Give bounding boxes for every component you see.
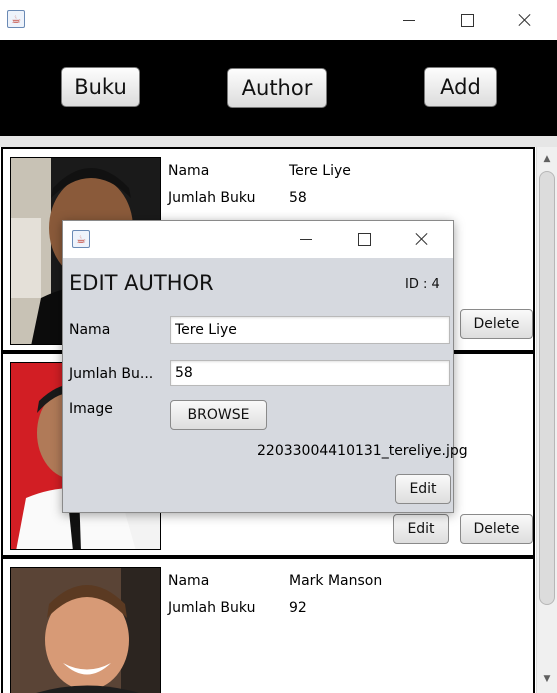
nav-bar: Buku Author Add bbox=[0, 40, 557, 136]
maximize-icon bbox=[357, 232, 371, 246]
scroll-up-arrow-icon[interactable]: ▲ bbox=[537, 149, 557, 169]
browse-button[interactable]: BROWSE bbox=[170, 400, 267, 430]
nama-input[interactable] bbox=[170, 316, 450, 344]
minimize-icon bbox=[403, 19, 415, 21]
nama-field-label: Nama bbox=[69, 322, 111, 338]
jumlah-buku-value: 92 bbox=[289, 600, 307, 616]
minimize-button[interactable] bbox=[392, 9, 426, 31]
image-field-label: Image bbox=[69, 401, 113, 417]
dialog-maximize-button[interactable] bbox=[347, 228, 381, 250]
close-icon bbox=[518, 13, 532, 27]
nama-label: Nama bbox=[168, 573, 210, 589]
jumlah-buku-input[interactable] bbox=[170, 360, 450, 386]
content-divider bbox=[0, 136, 557, 147]
nama-value: Mark Manson bbox=[289, 573, 383, 589]
dialog-close-button[interactable] bbox=[405, 228, 439, 250]
close-button[interactable] bbox=[508, 9, 542, 31]
jumlah-buku-label: Jumlah Buku bbox=[168, 190, 256, 206]
jumlah-buku-label: Jumlah Buku bbox=[168, 600, 256, 616]
delete-button[interactable]: Delete bbox=[460, 309, 533, 339]
author-button[interactable]: Author bbox=[227, 68, 327, 108]
nama-label: Nama bbox=[168, 163, 210, 179]
nama-value: Tere Liye bbox=[289, 163, 351, 179]
close-icon bbox=[415, 232, 429, 246]
image-filename: 22033004410131_tereliye.jpg bbox=[257, 443, 468, 459]
author-photo bbox=[10, 567, 161, 693]
dialog-edit-button[interactable]: Edit bbox=[395, 474, 451, 504]
dialog-heading: EDIT AUTHOR bbox=[69, 271, 214, 295]
java-app-icon: ☕ bbox=[7, 10, 25, 28]
delete-button[interactable]: Delete bbox=[460, 514, 533, 544]
main-title-bar: ☕ bbox=[0, 0, 557, 40]
dialog-title-bar: ☕ bbox=[63, 221, 453, 258]
java-app-icon: ☕ bbox=[72, 230, 90, 248]
jumlah-buku-field-label: Jumlah Bu... bbox=[69, 366, 154, 382]
jumlah-buku-value: 58 bbox=[289, 190, 307, 206]
edit-button[interactable]: Edit bbox=[393, 514, 449, 544]
vertical-scrollbar[interactable]: ▲ ▼ bbox=[536, 147, 557, 693]
scrollbar-thumb[interactable] bbox=[539, 171, 555, 605]
edit-author-dialog: ☕ EDIT AUTHOR ID : 4 Nama Jumlah Bu... I… bbox=[62, 220, 468, 513]
add-button[interactable]: Add bbox=[424, 67, 497, 107]
scroll-down-arrow-icon[interactable]: ▼ bbox=[537, 669, 557, 689]
buku-button[interactable]: Buku bbox=[61, 67, 140, 107]
author-id-text: ID : 4 bbox=[405, 277, 440, 292]
maximize-button[interactable] bbox=[450, 9, 484, 31]
maximize-icon bbox=[460, 13, 474, 27]
author-card: Nama Mark Manson Jumlah Buku 92 bbox=[1, 557, 535, 693]
dialog-minimize-button[interactable] bbox=[289, 228, 323, 250]
minimize-icon bbox=[300, 238, 312, 240]
